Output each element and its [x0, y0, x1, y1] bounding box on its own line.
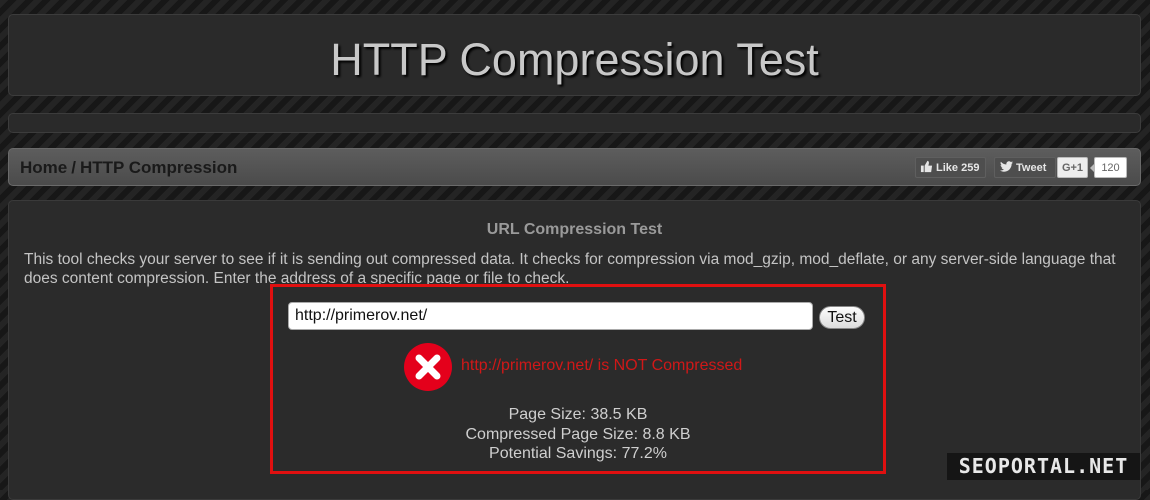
breadcrumb-current: HTTP Compression	[79, 158, 238, 177]
error-x-icon	[404, 343, 452, 391]
google-plus-button[interactable]: G+1	[1057, 157, 1088, 178]
navigation-strip	[8, 113, 1141, 133]
page-title: HTTP Compression Test	[330, 34, 819, 85]
url-input[interactable]	[288, 302, 813, 330]
breadcrumb: Home / HTTP Compression	[20, 159, 237, 177]
gplus-count-value: 120	[1101, 162, 1120, 174]
section-title: URL Compression Test	[486, 221, 663, 238]
like-count: 259	[961, 162, 980, 174]
facebook-like-button[interactable]: Like 259	[915, 157, 986, 178]
twitter-bird-icon	[1000, 161, 1013, 172]
test-button[interactable]: Test	[819, 306, 865, 329]
thumbs-up-icon	[920, 160, 933, 173]
status-message: http://primerov.net/ is NOT Compressed	[461, 357, 743, 374]
breadcrumb-bar: Home / HTTP Compression Like 259 Tweet G+1…	[8, 148, 1141, 186]
google-plus-count: 120	[1090, 157, 1127, 178]
compressed-size-stat: Compressed Page Size: 8.8 KB	[465, 426, 691, 443]
header-panel: HTTP Compression Test	[8, 14, 1141, 96]
gplus-label: G+1	[1061, 162, 1084, 174]
compression-test-box: Test http://primerov.net/ is NOT Compres…	[270, 284, 886, 474]
watermark-logo: SEOPORTAL.NET	[947, 453, 1140, 480]
potential-savings-stat: Potential Savings: 77.2%	[489, 445, 667, 462]
breadcrumb-separator: /	[71, 158, 76, 177]
like-label: Like	[936, 162, 959, 174]
intro-text: This tool checks your server to see if i…	[24, 251, 1116, 287]
breadcrumb-home-link[interactable]: Home	[20, 158, 67, 177]
tweet-button[interactable]: Tweet	[994, 157, 1056, 178]
page-size-stat: Page Size: 38.5 KB	[508, 406, 648, 423]
tweet-label: Tweet	[1016, 162, 1047, 174]
